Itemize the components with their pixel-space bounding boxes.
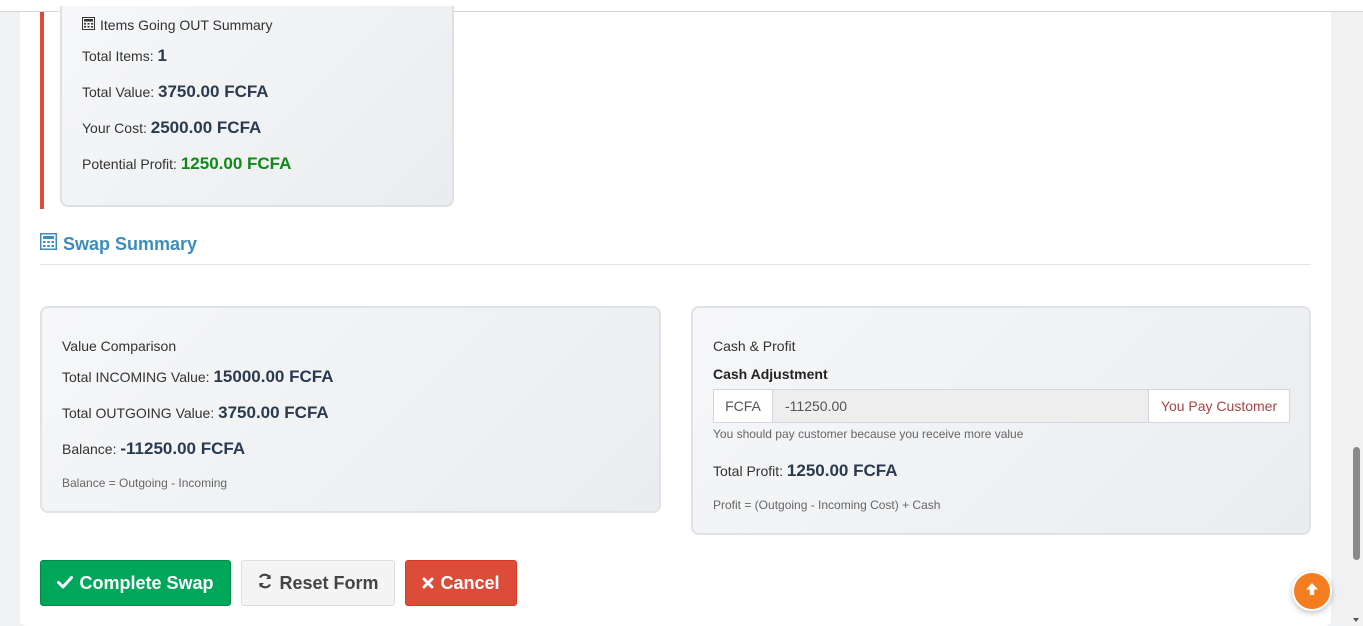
total-items-row: Total Items: 1 <box>82 46 167 66</box>
refresh-icon <box>257 573 273 594</box>
total-value-row: Total Value: 3750.00 FCFA <box>82 82 269 102</box>
incoming-value-label: Total INCOMING Value: <box>62 369 210 385</box>
total-items-value: 1 <box>157 46 167 65</box>
cash-adjustment-input-group: FCFA You Pay Customer <box>713 389 1290 423</box>
balance-row: Balance: -11250.00 FCFA <box>62 439 245 459</box>
out-summary-title: Items Going OUT Summary <box>82 17 272 33</box>
check-icon <box>57 573 74 594</box>
times-icon <box>422 573 434 594</box>
potential-profit-label: Potential Profit: <box>82 156 177 172</box>
your-cost-row: Your Cost: 2500.00 FCFA <box>82 118 261 138</box>
outgoing-value-row: Total OUTGOING Value: 3750.00 FCFA <box>62 403 329 423</box>
incoming-value-amount: 15000.00 FCFA <box>213 367 334 386</box>
vertical-scrollbar[interactable] <box>1350 12 1363 626</box>
profit-formula-note: Profit = (Outgoing - Incoming Cost) + Ca… <box>713 498 941 512</box>
calculator-icon <box>82 17 95 33</box>
arrow-up-icon <box>1305 581 1319 602</box>
cancel-button[interactable]: Cancel <box>405 560 517 606</box>
outgoing-value-label: Total OUTGOING Value: <box>62 405 215 421</box>
currency-addon: FCFA <box>713 389 773 423</box>
outgoing-value-amount: 3750.00 FCFA <box>218 403 329 422</box>
payment-direction-addon: You Pay Customer <box>1148 389 1290 423</box>
incoming-value-row: Total INCOMING Value: 15000.00 FCFA <box>62 367 333 387</box>
total-value-label: Total Value: <box>82 84 155 100</box>
cash-adjustment-label: Cash Adjustment <box>713 366 828 382</box>
total-profit-amount: 1250.00 FCFA <box>786 461 898 480</box>
complete-swap-button[interactable]: Complete Swap <box>40 560 231 606</box>
total-items-label: Total Items: <box>82 48 154 64</box>
reset-form-button[interactable]: Reset Form <box>241 560 395 606</box>
swap-summary-heading: Swap Summary <box>40 233 197 255</box>
cash-adjustment-input[interactable] <box>773 389 1148 423</box>
balance-formula-note: Balance = Outgoing - Incoming <box>62 476 228 490</box>
cash-profit-panel: Cash & Profit Cash Adjustment FCFA You P… <box>691 306 1311 535</box>
swap-summary-title: Swap Summary <box>63 233 198 254</box>
value-comparison-title: Value Comparison <box>62 338 177 354</box>
section-divider <box>40 264 1311 265</box>
potential-profit-row: Potential Profit: 1250.00 FCFA <box>82 154 291 174</box>
total-profit-row: Total Profit: 1250.00 FCFA <box>713 461 897 481</box>
cash-hint: You should pay customer because you rece… <box>713 427 1024 441</box>
scrollbar-thumb[interactable] <box>1353 447 1360 560</box>
out-summary-title-text: Items Going OUT Summary <box>100 17 273 33</box>
reset-form-label: Reset Form <box>279 572 379 593</box>
calculator-icon <box>40 233 57 255</box>
total-profit-label: Total Profit: <box>713 463 784 479</box>
your-cost-label: Your Cost: <box>82 120 147 136</box>
cancel-label: Cancel <box>440 572 500 593</box>
potential-profit-value: 1250.00 FCFA <box>180 154 292 173</box>
total-value-value: 3750.00 FCFA <box>158 82 269 101</box>
your-cost-value: 2500.00 FCFA <box>150 118 262 137</box>
balance-label: Balance: <box>62 441 117 457</box>
scroll-down-arrow-icon[interactable] <box>1353 618 1359 622</box>
out-summary-box: Items Going OUT Summary Total Items: 1 T… <box>60 6 454 207</box>
out-section-accent-bar <box>40 12 44 209</box>
scroll-to-top-button[interactable] <box>1292 571 1332 611</box>
complete-swap-label: Complete Swap <box>79 572 214 593</box>
cash-profit-title: Cash & Profit <box>713 338 796 354</box>
value-comparison-panel: Value Comparison Total INCOMING Value: 1… <box>40 306 661 513</box>
balance-amount: -11250.00 FCFA <box>120 439 246 458</box>
